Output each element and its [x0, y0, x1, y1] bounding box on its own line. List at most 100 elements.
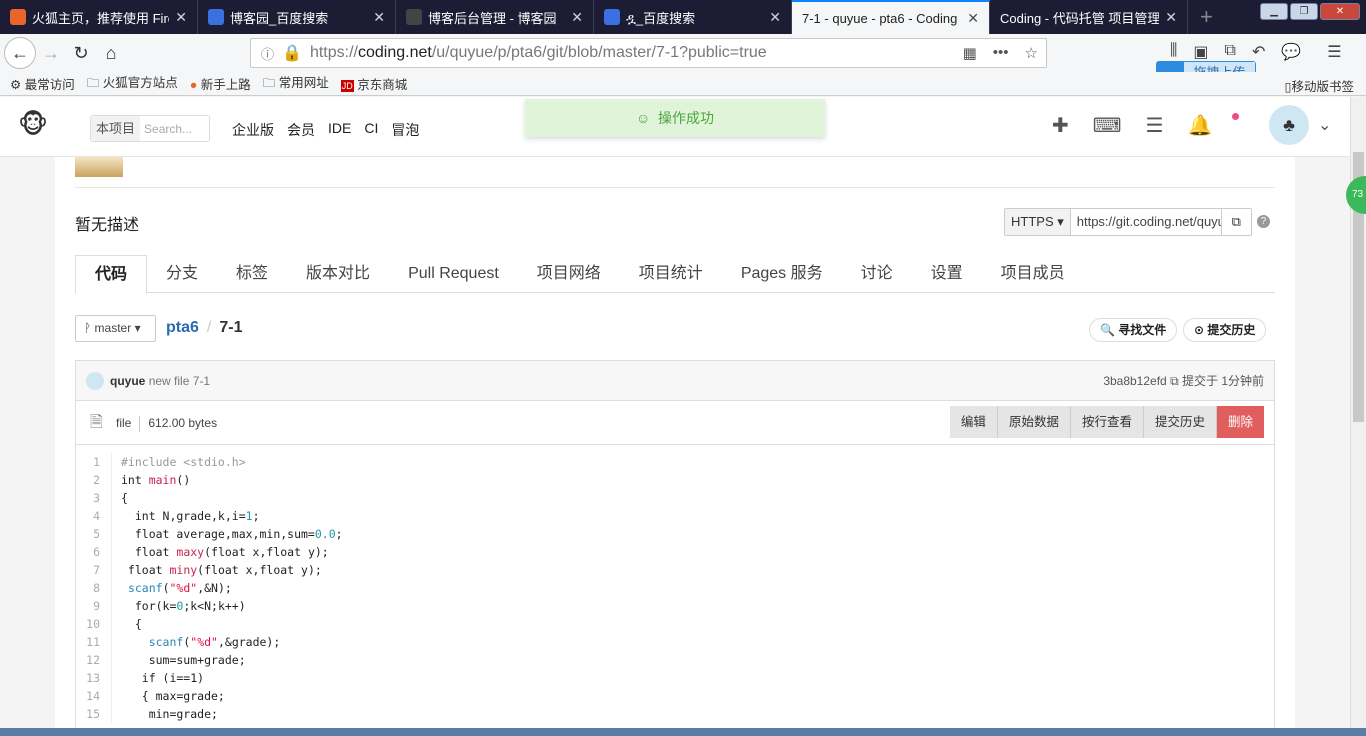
- tab-10[interactable]: 项目成员: [982, 255, 1084, 292]
- search-scope[interactable]: 本项目: [91, 116, 141, 141]
- tab-8[interactable]: 讨论: [842, 255, 912, 292]
- bell-icon[interactable]: 🔔: [1188, 113, 1213, 138]
- nav-link[interactable]: CI: [364, 120, 378, 140]
- file-action-button[interactable]: 提交历史: [1143, 406, 1217, 438]
- code-line: for(k=0;k<N;k++): [121, 599, 246, 613]
- bookmark-frequent[interactable]: ⚙ 最常访问: [10, 74, 75, 93]
- chat-icon[interactable]: 💬: [1281, 42, 1301, 62]
- breadcrumb-repo[interactable]: pta6: [166, 319, 199, 336]
- code-line: int main(): [121, 473, 191, 487]
- clone-url-input[interactable]: https://git.coding.net/quyue/pta6.git: [1071, 209, 1221, 235]
- minimize-button[interactable]: ▁: [1260, 3, 1288, 20]
- line-number: 11: [86, 635, 100, 649]
- help-icon[interactable]: ?: [1257, 215, 1270, 228]
- file-action-button[interactable]: 编辑: [949, 406, 998, 438]
- tab-7[interactable]: Pages 服务: [722, 255, 842, 292]
- nav-link[interactable]: 企业版: [232, 120, 274, 140]
- commit-message[interactable]: new file 7-1: [149, 374, 210, 388]
- tab-4[interactable]: Pull Request: [389, 255, 518, 292]
- sidebar-icon[interactable]: ▣: [1193, 42, 1208, 62]
- tab-9[interactable]: 设置: [912, 255, 982, 292]
- url-prefix: https://: [309, 44, 358, 61]
- mobile-bookmarks[interactable]: ▯移动版书签: [1285, 76, 1354, 95]
- close-tab-icon[interactable]: ✕: [373, 9, 385, 26]
- home-button[interactable]: ⌂: [96, 43, 126, 64]
- bookmark-jd[interactable]: JD 京东商城: [340, 74, 408, 93]
- restore-button[interactable]: ❐: [1290, 3, 1318, 20]
- browser-nav-bar: ← → ↻ ⌂ ⓘ 🔒 https://coding.net/u/quyue/p…: [0, 34, 1366, 85]
- file-viewer: quyue new file 7-1 3ba8b12efd ⧉ 提交于 1分钟前…: [75, 360, 1275, 728]
- nav-link[interactable]: 冒泡: [391, 120, 419, 140]
- bookmark-star-icon[interactable]: ☆: [1025, 44, 1038, 62]
- bookmark-label: 京东商城: [357, 78, 408, 92]
- close-window-button[interactable]: ✕: [1320, 3, 1360, 20]
- new-tab-button[interactable]: +: [1188, 0, 1225, 34]
- code-line: sum=sum+grade;: [121, 653, 246, 667]
- tab-0[interactable]: 代码: [75, 255, 148, 294]
- bookmark-label: 火狐官方站点: [102, 76, 178, 90]
- undo-icon[interactable]: ↶: [1252, 42, 1265, 62]
- copy-hash-icon[interactable]: ⧉: [1170, 374, 1179, 388]
- plus-icon[interactable]: ✚: [1052, 113, 1069, 138]
- tab-6[interactable]: 项目统计: [620, 255, 722, 292]
- menu-icon[interactable]: ☰: [1327, 42, 1341, 62]
- clone-protocol-select[interactable]: HTTPS ▾: [1005, 209, 1071, 235]
- file-action-button[interactable]: 按行查看: [1070, 406, 1144, 438]
- find-file-button[interactable]: 🔍 寻找文件: [1089, 318, 1178, 342]
- close-tab-icon[interactable]: ✕: [769, 9, 781, 26]
- file-action-button[interactable]: 删除: [1216, 406, 1264, 438]
- bookmark-common[interactable]: 🗀 常用网址: [263, 72, 329, 95]
- file-size: 612.00 bytes: [148, 416, 218, 430]
- commit-history-button[interactable]: ⊙ 提交历史: [1183, 318, 1267, 342]
- commit-hash[interactable]: 3ba8b12efd: [1103, 374, 1166, 388]
- library-icon[interactable]: ⫼: [1170, 42, 1177, 62]
- avatar[interactable]: ♣: [1269, 105, 1309, 145]
- file-icon: 🗎: [90, 414, 103, 431]
- browser-tab[interactable]: ዷ_百度搜索 ✕: [594, 0, 792, 34]
- line-number: 7: [93, 563, 100, 577]
- nav-link[interactable]: 会员: [287, 120, 315, 140]
- bookmark-firefox[interactable]: 🗀 火狐官方站点: [87, 72, 178, 95]
- coding-logo[interactable]: 🐵: [18, 109, 62, 143]
- qr-code-icon[interactable]: ▦: [963, 44, 977, 62]
- code-line: if (i==1): [121, 671, 205, 685]
- copy-icon[interactable]: ⧉: [1220, 209, 1251, 235]
- file-action-button[interactable]: 原始数据: [997, 406, 1071, 438]
- browser-tab[interactable]: 博客园_百度搜索 ✕: [198, 0, 396, 34]
- branch-select[interactable]: ᚹ master ▾: [75, 315, 156, 342]
- terminal-icon[interactable]: ⌨: [1093, 113, 1122, 138]
- line-number: 5: [93, 527, 100, 541]
- url-bar[interactable]: ⓘ 🔒 https://coding.net/u/quyue/p/pta6/gi…: [250, 38, 1047, 68]
- tab-3[interactable]: 版本对比: [287, 255, 389, 292]
- reload-button[interactable]: ↻: [66, 43, 96, 64]
- chevron-down-icon[interactable]: ⌄: [1318, 115, 1331, 135]
- back-button[interactable]: ←: [4, 37, 36, 69]
- tab-5[interactable]: 项目网络: [518, 255, 620, 292]
- project-main: 暂无描述 HTTPS ▾ https://git.coding.net/quyu…: [55, 157, 1295, 728]
- last-commit: quyue new file 7-1 3ba8b12efd ⧉ 提交于 1分钟前: [76, 361, 1274, 401]
- close-tab-icon[interactable]: ✕: [175, 9, 187, 26]
- notification-dot: [1232, 113, 1239, 120]
- tab-1[interactable]: 分支: [147, 255, 217, 292]
- close-tab-icon[interactable]: ✕: [571, 9, 583, 26]
- tab-title: 博客后台管理 - 博客园: [428, 10, 557, 26]
- close-tab-icon[interactable]: ✕: [1165, 9, 1177, 26]
- browser-tab[interactable]: 7-1 - quyue - pta6 - Coding ✕: [792, 0, 990, 34]
- forward-button[interactable]: →: [36, 43, 66, 64]
- screenshot-icon[interactable]: ⧉: [1225, 42, 1236, 62]
- browser-tab[interactable]: 博客后台管理 - 博客园 ✕: [396, 0, 594, 34]
- server-icon[interactable]: ☰: [1146, 113, 1164, 138]
- nav-link[interactable]: IDE: [328, 120, 351, 140]
- more-icon[interactable]: •••: [993, 44, 1009, 62]
- search-input[interactable]: 本项目 Search...: [90, 115, 210, 142]
- browser-tab[interactable]: Coding - 代码托管 项目管理 ✕: [990, 0, 1188, 34]
- mobile-bookmarks-label: 移动版书签: [1291, 80, 1354, 94]
- browser-tab[interactable]: 火狐主页，推荐使用 Firef ✕: [0, 0, 198, 34]
- commit-author[interactable]: quyue: [110, 374, 145, 388]
- bookmark-getting-started[interactable]: ● 新手上路: [190, 74, 251, 93]
- firefox-icon: [10, 9, 26, 25]
- close-tab-icon[interactable]: ✕: [967, 10, 979, 27]
- info-icon[interactable]: ⓘ: [261, 44, 274, 63]
- tab-2[interactable]: 标签: [217, 255, 287, 292]
- success-toast: ☺ 操作成功: [525, 99, 825, 137]
